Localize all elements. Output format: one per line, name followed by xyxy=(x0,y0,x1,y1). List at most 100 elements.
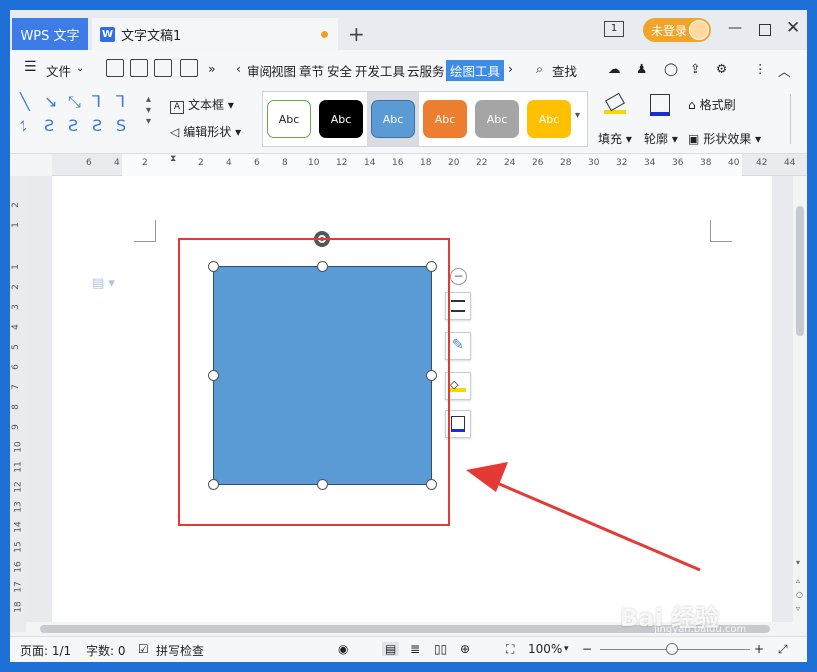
elbow-arrow-icon[interactable]: ⅂ xyxy=(116,92,125,111)
styles-more-icon[interactable]: ▾ xyxy=(575,110,580,121)
style-swatch-gray[interactable]: Abc xyxy=(475,100,519,138)
ruler-tick: 6 xyxy=(254,158,260,168)
textbox-button[interactable]: A 文本框 ▾ xyxy=(170,96,234,114)
style-swatch-blue[interactable]: Abc xyxy=(371,100,415,138)
line-icon[interactable]: ╲ xyxy=(20,92,30,111)
menu-review[interactable]: 审阅 xyxy=(247,61,272,80)
style-swatch-gold[interactable]: Abc xyxy=(527,100,571,138)
collapse-toolbar-icon[interactable]: − xyxy=(450,268,467,285)
more-vertical-icon[interactable]: ⋮ xyxy=(754,61,767,76)
curve-double-icon[interactable]: Ƨ xyxy=(92,116,102,135)
zoom-in-button[interactable]: + xyxy=(754,642,764,656)
print-preview-icon[interactable] xyxy=(180,59,198,77)
horizontal-ruler[interactable]: 6 4 2 ⧗ 2 4 6 8 10 12 14 16 18 20 22 24 … xyxy=(52,154,807,176)
comment-icon[interactable]: ◯ xyxy=(664,61,678,76)
writer-doc-icon: W xyxy=(100,26,115,42)
menu-file[interactable]: 文件 xyxy=(46,61,71,80)
edit-shape-button[interactable]: ◁ 编辑形状 ▾ xyxy=(170,123,241,140)
chevron-down-icon[interactable]: ⌄ xyxy=(76,63,84,74)
fill-icon[interactable] xyxy=(604,92,626,116)
ruler-tick: 9 xyxy=(10,424,21,430)
word-count[interactable]: 字数: 0 xyxy=(86,642,126,659)
login-button[interactable]: 未登录 xyxy=(643,18,711,42)
elbow-double-icon[interactable]: ⥍ xyxy=(20,116,28,136)
share-user-icon[interactable]: ♟ xyxy=(636,61,647,76)
paragraph-options-icon[interactable]: ▤ ▾ xyxy=(92,276,115,291)
scroll-right-icon[interactable]: › xyxy=(508,61,513,76)
eye-protection-icon[interactable]: ◉ xyxy=(338,642,348,656)
share-icon[interactable]: ⇪ xyxy=(690,61,700,76)
ruler-tick: 34 xyxy=(644,158,656,168)
line-shapes-gallery[interactable]: ╲ ↘ ⤡ ⅂ ⅂ ⥍ Ƨ Ƨ Ƨ S ▴ ▾ ▾ xyxy=(18,92,160,142)
menu-developer[interactable]: 开发工具 xyxy=(355,61,405,80)
ruler-tick: 8 xyxy=(282,158,288,168)
zoom-slider-knob[interactable] xyxy=(666,643,678,655)
minimize-icon[interactable]: — xyxy=(728,20,742,36)
ruler-tick: 13 xyxy=(13,501,24,513)
zoom-level[interactable]: 100% xyxy=(528,642,562,656)
spell-check-label[interactable]: 拼写检查 xyxy=(156,642,204,659)
curve-arrow-icon[interactable]: Ƨ xyxy=(68,116,78,135)
search-icon[interactable]: ⌕ xyxy=(536,61,543,77)
vertical-ruler[interactable]: 2 1 1 2 3 4 5 6 7 8 9 10 11 12 13 14 15 … xyxy=(10,176,26,632)
zoom-out-button[interactable]: − xyxy=(582,642,592,656)
browse-object-icon[interactable]: ○ xyxy=(796,590,803,599)
page-indicator[interactable]: 页面: 1/1 xyxy=(20,642,71,659)
fill-button[interactable]: 填充 ▾ xyxy=(598,130,632,147)
menu-cloud[interactable]: 云服务 xyxy=(407,61,445,80)
freeform-icon[interactable]: S xyxy=(116,116,126,135)
scroll-left-icon[interactable]: ‹ xyxy=(236,61,241,76)
arrow-line-icon[interactable]: ↘ xyxy=(44,92,57,111)
format-painter-button[interactable]: ⌂ 格式刷 xyxy=(688,96,736,113)
more-icon[interactable]: » xyxy=(208,61,216,76)
menu-chapter[interactable]: 章节 xyxy=(299,61,324,80)
style-swatch-outline-green[interactable]: Abc xyxy=(267,100,311,138)
collapse-ribbon-icon[interactable]: ︿ xyxy=(778,61,791,80)
prev-page-icon[interactable]: ▵ xyxy=(796,576,800,585)
vertical-scrollbar[interactable]: ▾ ▵ ○ ▿ xyxy=(793,176,807,622)
gallery-scroll-icon[interactable]: ▴ ▾ ▾ xyxy=(146,94,151,127)
search-label[interactable]: 查找 xyxy=(552,61,577,80)
settings-icon[interactable]: ⚙ xyxy=(716,61,727,76)
web-view-icon[interactable]: ⊕ xyxy=(460,642,470,656)
spell-check-icon[interactable]: ☑ xyxy=(138,642,149,656)
login-label: 未登录 xyxy=(651,23,688,38)
scroll-down-icon[interactable]: ▾ xyxy=(796,558,800,567)
outline-icon[interactable] xyxy=(650,94,670,116)
double-arrow-icon[interactable]: ⤡ xyxy=(68,92,81,112)
page-view-icon[interactable]: ▤ xyxy=(382,642,400,656)
reading-view-icon[interactable]: ▯▯ xyxy=(434,642,447,656)
print-icon[interactable] xyxy=(154,59,172,77)
curve-connector-icon[interactable]: Ƨ xyxy=(44,116,54,135)
save-icon[interactable] xyxy=(106,59,124,77)
style-swatch-orange[interactable]: Abc xyxy=(423,100,467,138)
ruler-tick: 14 xyxy=(13,521,24,533)
menu-drawing-tools[interactable]: 绘图工具 xyxy=(446,60,505,81)
vertical-scroll-thumb[interactable] xyxy=(796,206,804,336)
shape-effects-button[interactable]: ▣ 形状效果 ▾ xyxy=(688,130,761,147)
next-page-icon[interactable]: ▿ xyxy=(796,604,800,613)
ruler-tick: 26 xyxy=(532,158,544,168)
menu-security[interactable]: 安全 xyxy=(327,61,352,80)
edit-shape-icon: ◁ xyxy=(170,125,180,139)
fullscreen-icon[interactable]: ⤢ xyxy=(778,642,788,657)
zoom-dropdown-icon[interactable]: ▾ xyxy=(564,644,569,654)
cloud-sync-icon[interactable]: ☁ xyxy=(608,61,621,76)
outline-button[interactable]: 轮廓 ▾ xyxy=(644,130,678,147)
hamburger-icon[interactable]: ☰ xyxy=(24,59,37,75)
style-swatch-black[interactable]: Abc xyxy=(319,100,363,138)
maximize-icon[interactable] xyxy=(759,24,771,36)
tab-wps-writer[interactable]: WPS 文字 xyxy=(12,18,88,50)
export-pdf-icon[interactable] xyxy=(130,59,148,77)
ribbon-divider xyxy=(790,94,791,144)
ruler-tick: 18 xyxy=(420,158,432,168)
elbow-connector-icon[interactable]: ⅂ xyxy=(92,92,101,111)
close-icon[interactable]: ✕ xyxy=(786,18,800,38)
outline-view-icon[interactable]: ≣ xyxy=(410,642,420,656)
menu-view[interactable]: 视图 xyxy=(271,61,296,80)
ruler-tick: 8 xyxy=(10,404,21,410)
new-tab-button[interactable]: + xyxy=(348,22,365,46)
page-count-icon[interactable]: 1 xyxy=(604,21,624,37)
fit-window-icon[interactable]: ⛶ xyxy=(506,642,514,657)
tab-document[interactable]: W 文字文稿1 xyxy=(92,18,338,50)
